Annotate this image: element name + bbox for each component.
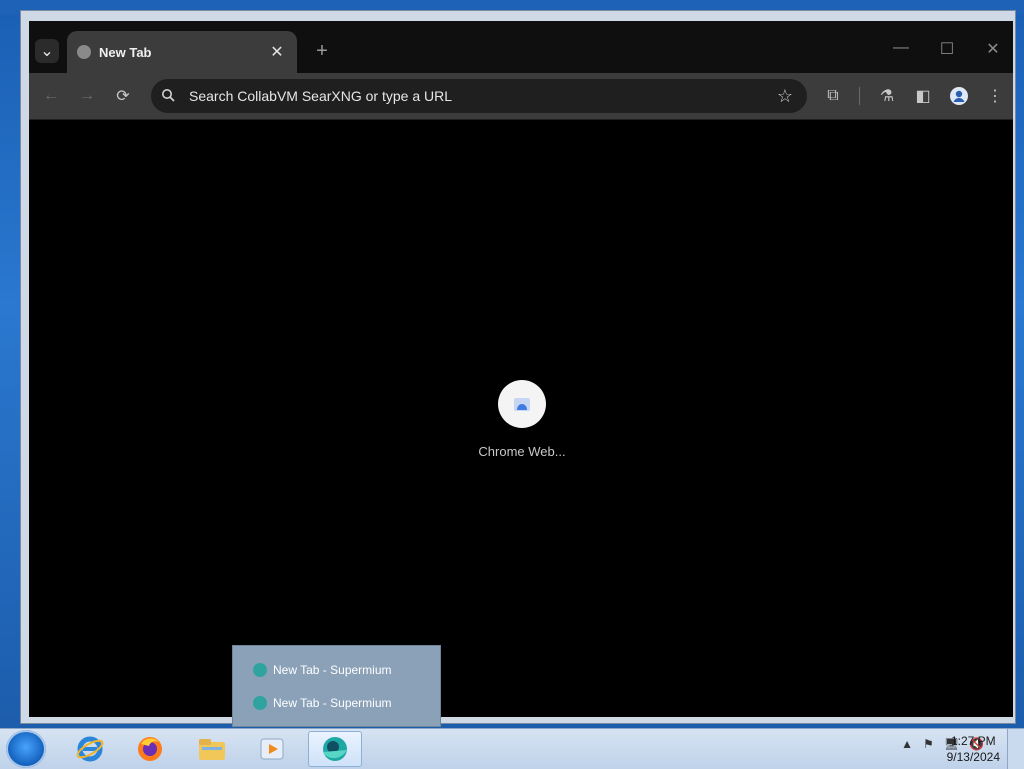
tray-overflow-icon[interactable]: ▲ — [901, 737, 913, 751]
browser-toolbar: ← → ⟳ Search CollabVM SearXNG or type a … — [29, 73, 1013, 120]
shortcut-chrome-web-store[interactable]: Chrome Web... — [469, 380, 575, 459]
minimize-button[interactable]: — — [889, 39, 913, 57]
shortcut-label: Chrome Web... — [478, 444, 566, 459]
reload-icon[interactable]: ⟳ — [111, 84, 135, 108]
action-center-flag-icon[interactable]: ⚑ — [923, 737, 934, 751]
taskbar-app-firefox[interactable] — [124, 731, 176, 767]
popup-item-window-2[interactable]: New Tab - Supermium — [253, 696, 392, 710]
new-tab-button[interactable]: + — [311, 40, 333, 62]
taskbar: ▲ ⚑ 🖥 🔇 1:27 PM 9/13/2024 — [0, 728, 1024, 769]
toolbar-divider — [859, 87, 860, 105]
labs-icon[interactable]: ⚗ — [875, 84, 899, 108]
omnibox[interactable]: Search CollabVM SearXNG or type a URL ☆ — [151, 79, 807, 113]
tab-title: New Tab — [99, 44, 152, 60]
chevron-down-icon: ⌄ — [40, 43, 54, 60]
supermium-icon — [323, 737, 347, 761]
extensions-icon[interactable]: ⧉ — [821, 84, 845, 108]
profile-avatar[interactable] — [947, 84, 971, 108]
globe-icon — [77, 45, 91, 59]
internet-explorer-icon — [76, 736, 104, 762]
omnibox-placeholder: Search CollabVM SearXNG or type a URL — [189, 88, 452, 104]
bookmark-star-icon[interactable]: ☆ — [773, 86, 797, 107]
clock-time: 1:27 PM — [950, 734, 996, 748]
back-icon[interactable]: ← — [39, 84, 63, 108]
taskbar-app-internet-explorer[interactable] — [64, 731, 116, 767]
forward-icon[interactable]: → — [75, 84, 99, 108]
firefox-icon — [138, 737, 162, 761]
browser-window: ⌄ New Tab ✕ + — ☐ ✕ ← → ⟳ Search CollabV… — [20, 10, 1016, 724]
tab-search-button[interactable]: ⌄ — [35, 39, 59, 63]
tab-new-tab[interactable]: New Tab ✕ — [67, 31, 297, 73]
start-button[interactable] — [6, 730, 46, 768]
menu-icon[interactable]: ⋮ — [983, 84, 1007, 108]
maximize-button[interactable]: ☐ — [935, 39, 959, 59]
new-tab-page: Chrome Web... — [29, 120, 1013, 717]
web-store-icon — [498, 380, 546, 428]
taskbar-thumbnail-list: New Tab - Supermium New Tab - Supermium — [232, 645, 441, 727]
taskbar-app-media-player[interactable] — [246, 731, 298, 767]
show-desktop-button[interactable] — [1007, 729, 1024, 769]
side-panel-icon[interactable]: ◧ — [911, 84, 935, 108]
close-window-button[interactable]: ✕ — [981, 39, 1005, 59]
supermium-icon — [253, 663, 267, 677]
media-player-icon — [260, 738, 284, 760]
taskbar-app-supermium[interactable] — [308, 731, 362, 767]
clock-date: 9/13/2024 — [946, 750, 1000, 764]
file-explorer-icon — [199, 739, 225, 760]
clock[interactable]: 1:27 PM 9/13/2024 — [947, 733, 1000, 765]
tab-close-icon[interactable]: ✕ — [267, 42, 287, 62]
popup-item-window-1[interactable]: New Tab - Supermium — [253, 663, 392, 677]
popup-item-label: New Tab - Supermium — [273, 663, 392, 677]
browser-frame: ⌄ New Tab ✕ + — ☐ ✕ ← → ⟳ Search CollabV… — [29, 21, 1013, 717]
popup-item-label: New Tab - Supermium — [273, 696, 392, 710]
search-icon — [161, 88, 181, 105]
tab-strip: ⌄ New Tab ✕ + — ☐ ✕ — [29, 21, 1013, 73]
taskbar-app-file-explorer[interactable] — [186, 731, 238, 767]
supermium-icon — [253, 696, 267, 710]
